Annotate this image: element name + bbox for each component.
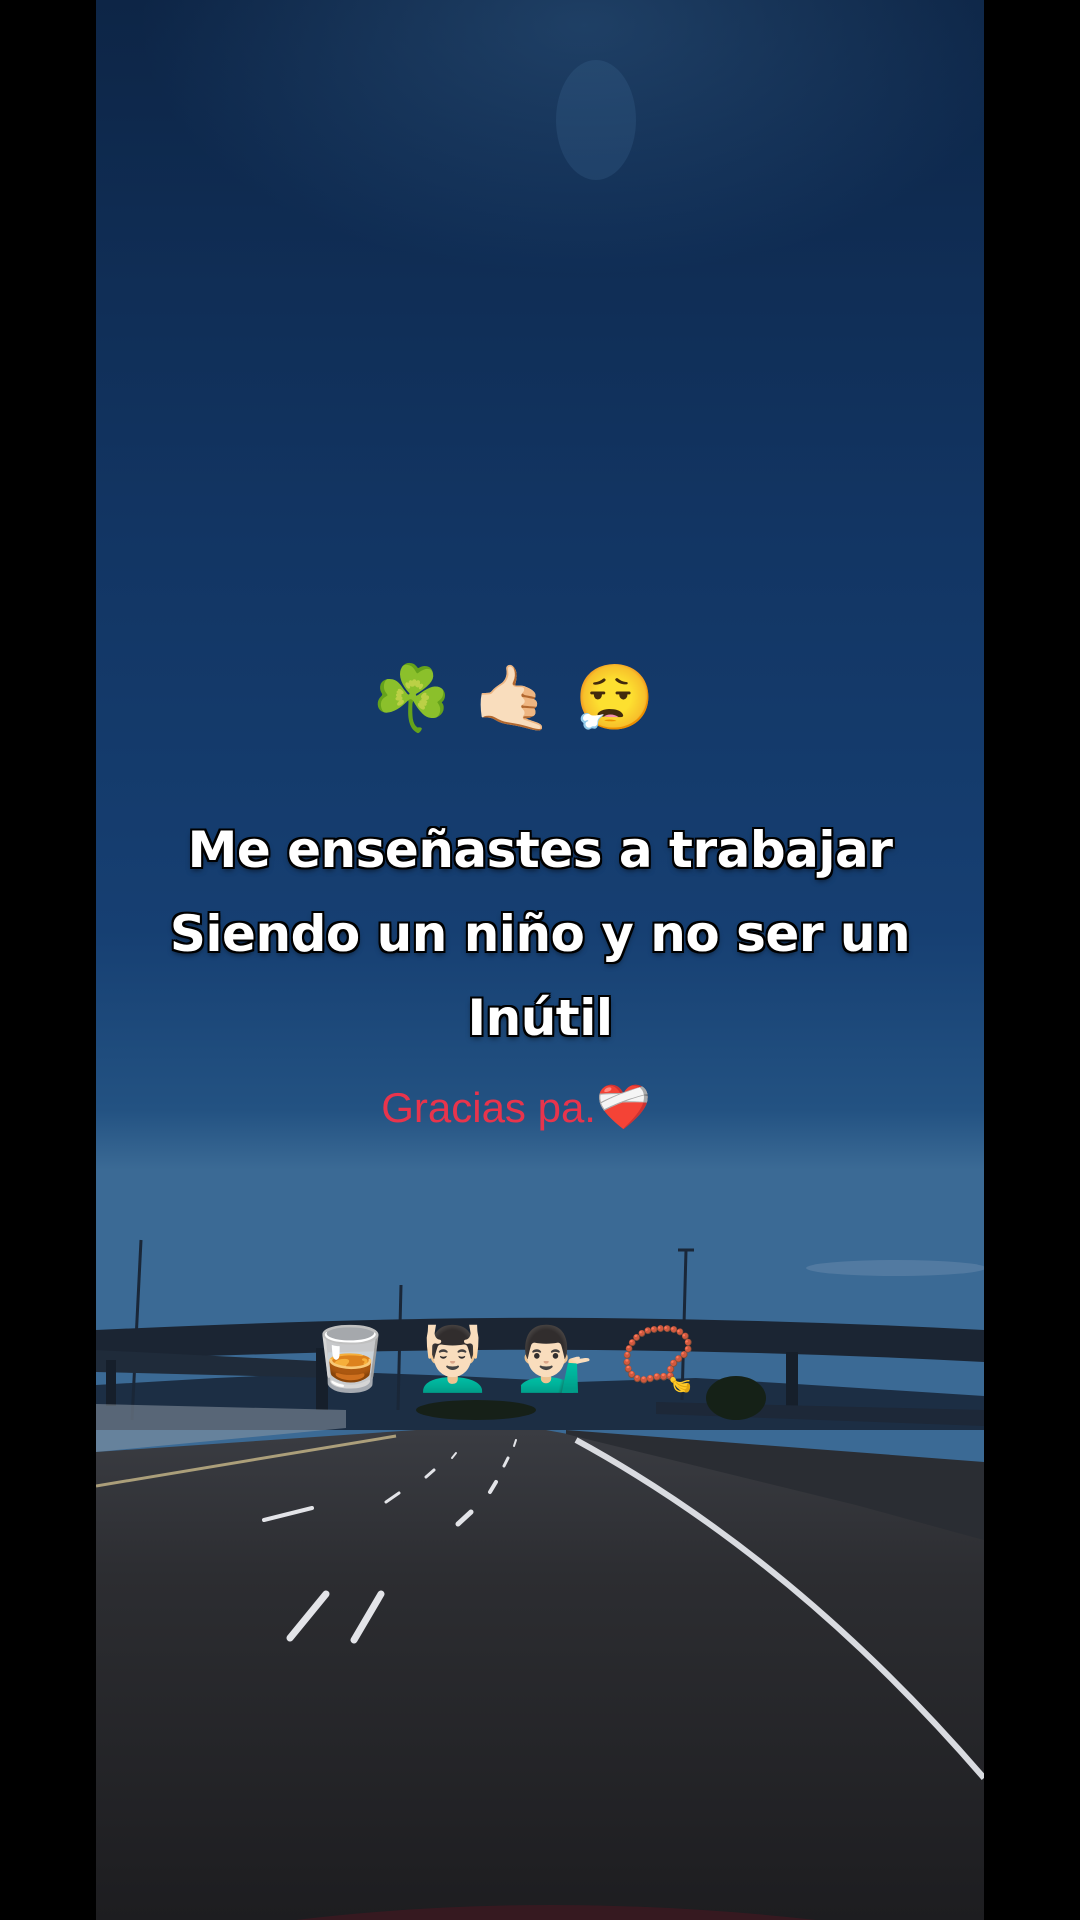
bottom-emoji-row: 🥃 💆🏻‍♂️ 💁🏻‍♂️ 📿 bbox=[62, 1322, 950, 1398]
main-caption: Me enseñastes a trabajar Siendo un niño … bbox=[136, 808, 944, 1060]
thanks-caption: Gracias pa.❤️‍🩹 bbox=[72, 1080, 960, 1136]
prayer-beads-icon: 📿 bbox=[619, 1325, 701, 1394]
mending-heart-icon: ❤️‍🩹 bbox=[595, 1083, 651, 1132]
tipping-hand-person-icon: 💁🏻‍♂️ bbox=[516, 1325, 598, 1394]
exhale-face-icon: 😮‍💨 bbox=[574, 662, 657, 734]
caption-line: Me enseñastes a trabajar bbox=[187, 821, 893, 879]
shamrock-icon: ☘️ bbox=[371, 662, 454, 734]
thanks-text: Gracias pa. bbox=[381, 1084, 596, 1131]
top-emoji-row: ☘️ 🤙🏻 😮‍💨 bbox=[70, 660, 958, 736]
whiskey-glass-icon: 🥃 bbox=[311, 1325, 393, 1394]
video-frame: ☘️ 🤙🏻 😮‍💨 Me enseñastes a trabajar Siend… bbox=[0, 0, 1080, 1920]
call-me-hand-icon: 🤙🏻 bbox=[473, 662, 555, 734]
head-massage-icon: 💆🏻‍♂️ bbox=[414, 1325, 496, 1394]
letterbox-left bbox=[0, 0, 96, 1920]
caption-line: Inútil bbox=[467, 989, 613, 1047]
letterbox-right bbox=[984, 0, 1080, 1920]
caption-line: Siendo un niño y no ser un bbox=[169, 905, 911, 963]
caption-overlay: ☘️ 🤙🏻 😮‍💨 Me enseñastes a trabajar Siend… bbox=[96, 0, 984, 1920]
